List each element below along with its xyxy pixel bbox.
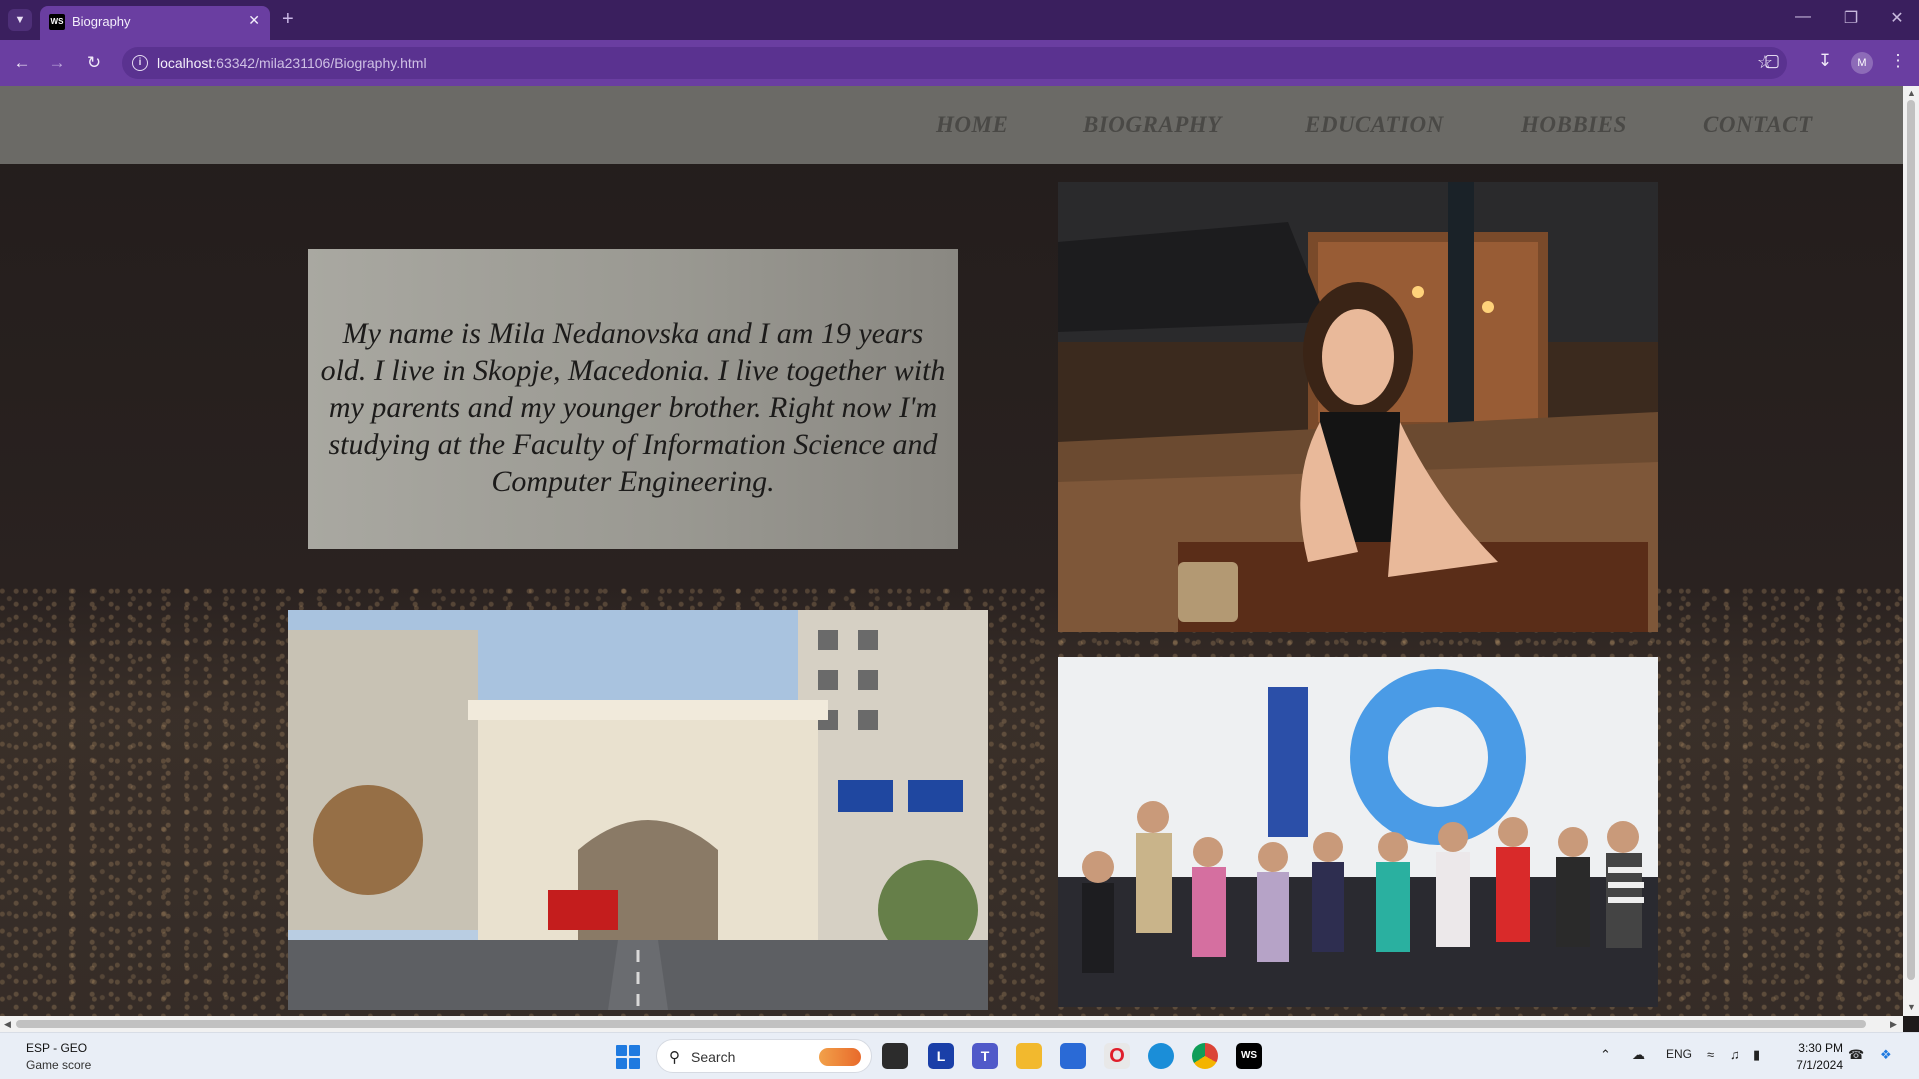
chrome-icon[interactable]	[1192, 1043, 1218, 1069]
opera-icon[interactable]: O	[1104, 1043, 1130, 1069]
search-icon: ⚲	[669, 1049, 680, 1066]
wifi-icon[interactable]: ≈	[1707, 1047, 1714, 1062]
scroll-left-icon[interactable]: ◀	[4, 1019, 11, 1030]
scroll-up-icon[interactable]: ▲	[1907, 88, 1916, 98]
vertical-scrollbar[interactable]: ▲ ▼	[1903, 86, 1919, 1016]
widget-subtitle[interactable]: Game score	[26, 1058, 91, 1072]
vertical-scroll-thumb[interactable]	[1907, 100, 1915, 980]
scroll-right-icon[interactable]: ▶	[1890, 1019, 1897, 1030]
back-arrow-icon[interactable]: ←	[10, 51, 34, 75]
site-info-icon[interactable]: i	[132, 55, 148, 71]
copilot-icon[interactable]: ❖	[1880, 1047, 1892, 1063]
search-label: Search	[691, 1049, 736, 1065]
web-page: HOME BIOGRAPHY EDUCATION HOBBIES CONTACT…	[0, 86, 1903, 1016]
widget-title[interactable]: ESP - GEO	[26, 1041, 87, 1055]
start-windows-icon[interactable]	[616, 1045, 640, 1069]
edge-icon[interactable]	[1148, 1043, 1174, 1069]
skopje-gate-photo	[288, 610, 988, 1010]
webstorm-favicon-icon: WS	[49, 14, 65, 30]
close-window-button[interactable]: ✕	[1882, 8, 1912, 28]
notification-bell-icon[interactable]: ☎	[1848, 1047, 1864, 1063]
horizontal-scroll-thumb[interactable]	[16, 1020, 1866, 1028]
address-bar[interactable]: i localhost:63342/mila231106/Biography.h…	[122, 47, 1787, 79]
webstorm-icon[interactable]: WS	[1236, 1043, 1262, 1069]
nav-contact-link[interactable]: CONTACT	[1703, 112, 1813, 138]
nav-home-link[interactable]: HOME	[936, 112, 1008, 138]
horizontal-scrollbar[interactable]: ◀ ▶	[0, 1016, 1903, 1032]
biography-box: My name is Mila Nedanovska and I am 19 y…	[308, 249, 958, 549]
extensions-icon[interactable]: ▢	[1760, 51, 1784, 71]
volume-icon[interactable]: ♫	[1730, 1047, 1740, 1062]
reload-icon[interactable]: ↻	[82, 51, 106, 75]
search-highlight-icon	[819, 1048, 861, 1066]
taskbar-search[interactable]: ⚲ Search	[656, 1039, 872, 1073]
minimize-button[interactable]: —	[1788, 8, 1818, 26]
browser-tab[interactable]: WS Biography ✕	[40, 6, 270, 40]
onedrive-cloud-icon[interactable]: ☁	[1632, 1047, 1645, 1063]
nav-education-link[interactable]: EDUCATION	[1305, 112, 1444, 138]
browser-toolbar: ← → ↻ i localhost:63342/mila231106/Biogr…	[0, 40, 1919, 86]
profile-avatar[interactable]: M	[1851, 52, 1873, 74]
nav-hobbies-link[interactable]: HOBBIES	[1521, 112, 1627, 138]
menu-kebab-icon[interactable]: ⋮	[1886, 51, 1910, 71]
show-hidden-icons-icon[interactable]: ⌃	[1600, 1047, 1611, 1063]
tab-search-button[interactable]: ▼	[8, 9, 32, 31]
nav-biography-link[interactable]: BIOGRAPHY	[1083, 112, 1222, 138]
clock-time[interactable]: 3:30 PM	[1793, 1041, 1843, 1055]
url-text[interactable]: localhost:63342/mila231106/Biography.htm…	[157, 55, 427, 71]
site-navbar: HOME BIOGRAPHY EDUCATION HOBBIES CONTACT	[0, 86, 1903, 164]
battery-icon[interactable]: ▮	[1753, 1047, 1760, 1063]
windows-taskbar: ESP - GEO Game score ⚲ Search L T O WS ⌃…	[0, 1032, 1919, 1079]
scroll-down-icon[interactable]: ▼	[1907, 1002, 1916, 1012]
tab-title: Biography	[72, 14, 131, 29]
task-view-icon[interactable]	[882, 1043, 908, 1069]
l-app-icon[interactable]: L	[928, 1043, 954, 1069]
new-tab-button[interactable]: +	[282, 8, 294, 31]
close-tab-icon[interactable]: ✕	[248, 12, 260, 29]
file-explorer-icon[interactable]	[1016, 1043, 1042, 1069]
language-indicator[interactable]: ENG	[1666, 1047, 1692, 1061]
download-icon[interactable]: ↧	[1813, 51, 1837, 71]
store-icon[interactable]	[1060, 1043, 1086, 1069]
restore-button[interactable]: ❐	[1836, 8, 1866, 28]
forward-arrow-icon[interactable]: →	[45, 51, 69, 75]
portrait-photo	[1058, 182, 1658, 632]
biography-text: My name is Mila Nedanovska and I am 19 y…	[320, 317, 946, 498]
teams-icon[interactable]: T	[972, 1043, 998, 1069]
clock-date[interactable]: 7/1/2024	[1783, 1058, 1843, 1072]
students-photo	[1058, 657, 1658, 1007]
browser-tab-strip: ▼ WS Biography ✕ + — ❐ ✕	[0, 0, 1919, 40]
